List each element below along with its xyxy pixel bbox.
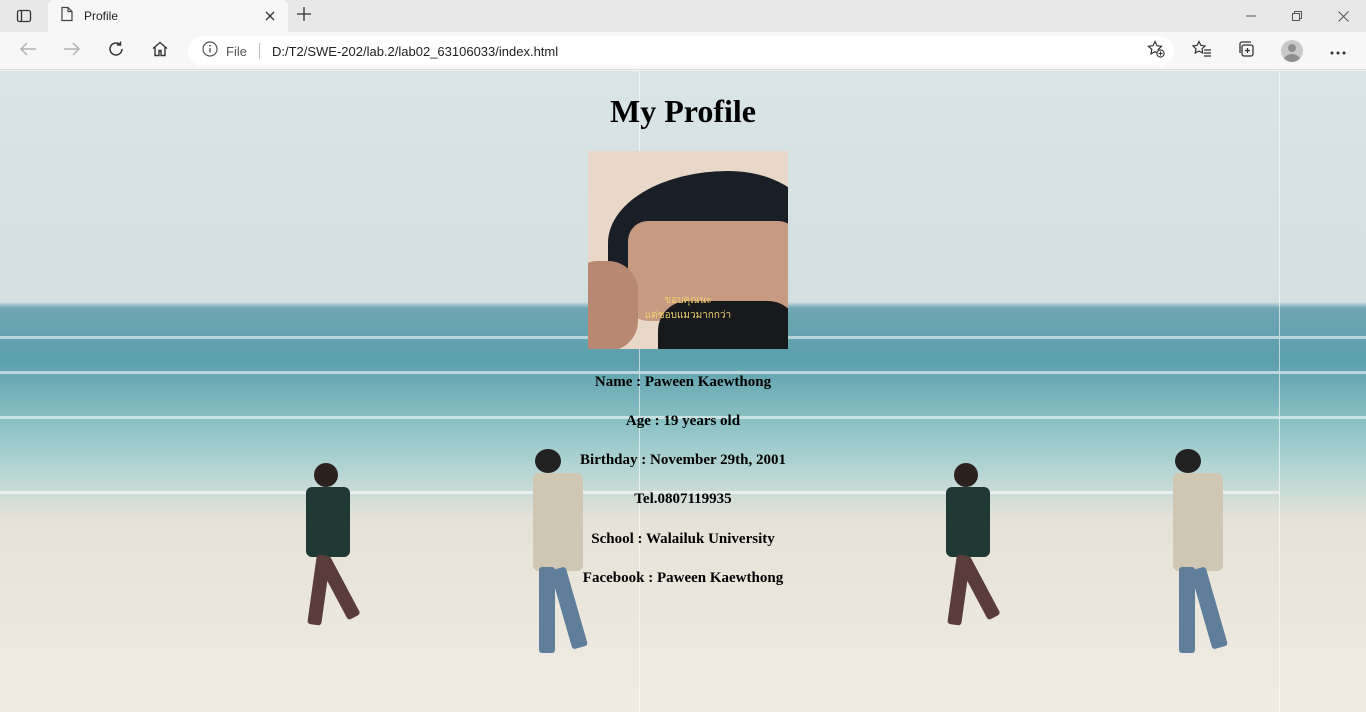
profile-photo: ขอบคุณนะ แต่ชอบแมวมากกว่า xyxy=(588,151,788,349)
close-window-button[interactable] xyxy=(1320,0,1366,32)
wave-line xyxy=(1280,336,1366,339)
wave-line xyxy=(0,336,639,339)
background-image-tile xyxy=(1280,71,1366,712)
address-bar[interactable]: File D:/T2/SWE-202/lab.2/lab02_63106033/… xyxy=(188,36,1174,66)
page-icon xyxy=(60,6,74,27)
profile-school: School : Walailuk University xyxy=(591,531,775,547)
minimize-button[interactable] xyxy=(1228,0,1274,32)
profile-birthday: Birthday : November 29th, 2001 xyxy=(580,452,786,468)
page-title: My Profile xyxy=(609,93,756,129)
new-tab-button[interactable] xyxy=(292,6,316,26)
forward-button[interactable] xyxy=(58,37,86,65)
profile-facebook: Facebook : Paween Kaewthong xyxy=(582,570,784,586)
page-viewport: My Profile ขอบคุณนะ แต่ชอบแมวมากกว่า Nam… xyxy=(0,71,1366,712)
collections-icon xyxy=(1237,40,1255,63)
browser-tab[interactable]: Profile xyxy=(48,0,288,32)
more-icon xyxy=(1330,42,1346,60)
profile-phone: Tel.0807119935 xyxy=(634,491,732,507)
forward-arrow-icon xyxy=(63,41,81,62)
profile-age: Age : 19 years old xyxy=(625,413,741,429)
tab-actions-icon[interactable] xyxy=(8,5,40,27)
back-button[interactable] xyxy=(14,37,42,65)
scheme-label: File xyxy=(226,43,247,59)
photo-caption-line-2: แต่ชอบแมวมากกว่า xyxy=(644,310,732,321)
plus-icon xyxy=(297,6,311,26)
refresh-icon xyxy=(107,40,125,63)
restore-button[interactable] xyxy=(1274,0,1320,32)
background-image-tile xyxy=(0,71,640,712)
collections-button[interactable] xyxy=(1232,37,1260,65)
browser-toolbar: File D:/T2/SWE-202/lab.2/lab02_63106033/… xyxy=(0,32,1366,70)
site-info-button[interactable]: File xyxy=(202,40,247,62)
avatar-head xyxy=(1288,44,1296,52)
avatar[interactable] xyxy=(1281,40,1303,62)
favorites-button[interactable] xyxy=(1188,37,1216,65)
url-text[interactable]: D:/T2/SWE-202/lab.2/lab02_63106033/index… xyxy=(272,44,558,59)
favorites-icon xyxy=(1191,39,1212,63)
add-favorite-button[interactable] xyxy=(1146,39,1166,63)
close-icon[interactable] xyxy=(262,8,278,24)
back-arrow-icon xyxy=(19,41,37,62)
avatar-body xyxy=(1284,54,1300,62)
refresh-button[interactable] xyxy=(102,37,130,65)
home-icon xyxy=(151,40,169,63)
address-divider xyxy=(258,43,260,59)
star-plus-icon xyxy=(1147,39,1165,63)
tab-title: Profile xyxy=(84,9,119,23)
tab-strip: Profile xyxy=(0,0,1366,32)
info-icon xyxy=(202,40,218,62)
menu-button[interactable] xyxy=(1324,37,1352,65)
home-button[interactable] xyxy=(146,37,174,65)
photo-caption-line-1: ขอบคุณนะ xyxy=(664,295,712,306)
profile-name: Name : Paween Kaewthong xyxy=(594,374,772,390)
